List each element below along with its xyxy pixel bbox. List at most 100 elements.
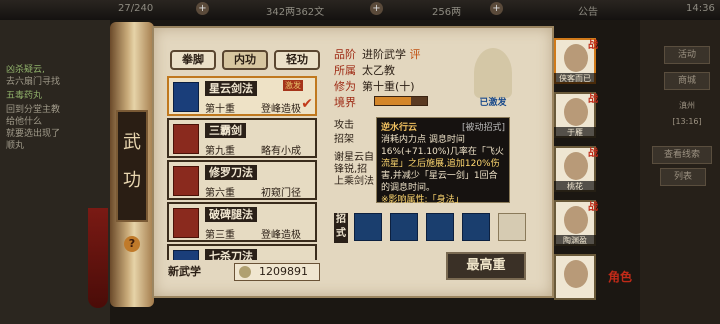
move-tooltip: 逆水行云 [被动招式] 消耗内力点 调息时间 16%(+71.10%)几率在「飞…: [376, 117, 510, 205]
battle-tag: 战: [588, 40, 598, 51]
move-slot-empty[interactable]: [498, 213, 526, 241]
region-name: 滇州: [679, 101, 695, 110]
attack-label: 攻击: [334, 120, 354, 131]
tooltip-line: 16%(+71.10%)几率在「飞火: [381, 147, 504, 157]
member-name: 于雁: [554, 127, 596, 138]
skill-tier: 第六重: [205, 188, 235, 199]
panel-title: 武功: [116, 110, 148, 222]
tooltip-title: 逆水行云: [381, 123, 418, 133]
tab-internal[interactable]: 内功: [222, 50, 268, 70]
book-icon: [173, 250, 199, 260]
portrait: [564, 98, 588, 126]
help-icon[interactable]: ?: [124, 236, 140, 252]
skill-status: 略有小成: [261, 146, 301, 157]
tab-lightness[interactable]: 轻功: [274, 50, 320, 70]
grade-label: 品阶: [334, 48, 356, 61]
tooltip-line: 的调息时间。: [381, 183, 436, 193]
party-member[interactable]: 战 陶渊盈: [554, 200, 598, 246]
party-member[interactable]: 战 于雁: [554, 92, 598, 138]
member-name: 桃花: [554, 181, 596, 192]
new-skill-label: 新武学: [168, 265, 201, 278]
skill-status: 登峰造极: [261, 230, 301, 241]
add-gold-button[interactable]: +: [490, 2, 503, 15]
skill-status: 初窥门径: [261, 188, 301, 199]
moves-label: 招式: [334, 213, 348, 243]
portrait: [564, 206, 588, 234]
tooltip-line: ※影响属性:「身法」: [381, 195, 464, 205]
list-button[interactable]: 列表: [660, 168, 706, 186]
view-clue-button[interactable]: 查看线索: [652, 146, 712, 164]
realm-row: 境界: [334, 94, 362, 110]
portrait: [564, 44, 588, 72]
activity-button[interactable]: 活动: [664, 46, 710, 64]
tooltip-line: 害,并减少「星云一剑」1回合: [381, 171, 498, 181]
skill-item[interactable]: 修罗刀法 第六重 初窥门径: [167, 160, 317, 200]
region-clock: [13:16]: [672, 117, 702, 126]
tooltip-cooldown: 调息时间: [428, 135, 465, 145]
book-icon: [173, 208, 199, 238]
activated-tag: 激发: [283, 80, 303, 91]
level-label: 修为: [334, 80, 356, 93]
skill-item[interactable]: 七杀刀法: [167, 244, 317, 260]
move-slot[interactable]: [426, 213, 454, 241]
book-icon: [173, 82, 199, 112]
skill-avatar: 已激发: [474, 48, 512, 108]
skill-tier: 第九重: [205, 146, 235, 157]
level-row: 修为 第十重(十): [334, 78, 415, 94]
grade-value: 进阶武学: [362, 48, 406, 61]
grade-tag: 评: [409, 48, 421, 61]
school-label: 所属: [334, 64, 356, 77]
party-member[interactable]: [554, 254, 596, 300]
party-member[interactable]: 战 侠客而已: [554, 38, 598, 84]
coin-icon: [239, 266, 251, 278]
tooltip-cost: 消耗内力点: [381, 135, 427, 145]
battle-tag: 战: [588, 202, 598, 213]
region-time: 滇州 [13:16]: [664, 98, 710, 126]
check-icon: ✔: [301, 96, 313, 112]
gold-value: 256两: [432, 7, 462, 18]
tab-fist[interactable]: 拳脚: [170, 50, 216, 70]
currency-value: 1209891: [259, 265, 308, 278]
skill-name: 三霸剑: [205, 123, 246, 138]
silver-value: 342两362文: [266, 7, 325, 18]
skill-name: 破碑腿法: [205, 207, 257, 222]
announce-button[interactable]: 公告: [578, 3, 598, 18]
quest-line: 顺丸: [6, 141, 25, 151]
move-slot[interactable]: [390, 213, 418, 241]
moves-bar: 招式: [334, 213, 534, 243]
realm-bar-fill: [375, 97, 412, 105]
skill-status: 登峰造极: [261, 104, 301, 115]
battle-tag: 战: [588, 148, 598, 159]
skill-name: 七杀刀法: [205, 249, 257, 260]
scroll-tassel: [88, 208, 108, 308]
book-icon: [173, 166, 199, 196]
skill-name: 修罗刀法: [205, 165, 257, 180]
skill-list[interactable]: 星云剑法 激发 第十重 登峰造极 ✔ 三霸剑 第九重 略有小成 修罗刀法 第六重…: [167, 76, 319, 260]
grade-row: 品阶 进阶武学 评: [334, 46, 421, 62]
new-skill-button[interactable]: 新武学: [168, 263, 228, 281]
school-value: 太乙教: [362, 64, 395, 77]
clock: 14:36: [686, 3, 715, 14]
max-level-button[interactable]: 最高重: [446, 252, 526, 280]
skill-item[interactable]: 星云剑法 激发 第十重 登峰造极 ✔: [167, 76, 317, 116]
mall-button[interactable]: 商城: [664, 72, 710, 90]
move-slot[interactable]: [462, 213, 490, 241]
add-silver-button[interactable]: +: [370, 2, 383, 15]
portrait: [564, 260, 588, 288]
skill-tier: 第十重: [205, 104, 235, 115]
desc-line: 上乘剑法: [334, 176, 374, 187]
book-icon: [173, 124, 199, 154]
scroll-rod: 武功 ?: [110, 22, 154, 307]
quest-title-2: 五毒药丸: [6, 91, 43, 101]
skill-tier: 第三重: [205, 230, 235, 241]
add-stamina-button[interactable]: +: [196, 2, 209, 15]
move-slot[interactable]: [354, 213, 382, 241]
party-member[interactable]: 战 桃花: [554, 146, 598, 192]
school-row: 所属 太乙教: [334, 62, 395, 78]
skill-item[interactable]: 破碑腿法 第三重 登峰造极: [167, 202, 317, 242]
realm-bar: [374, 96, 428, 106]
member-name: 陶渊盈: [554, 235, 596, 246]
role-label[interactable]: 角色: [608, 268, 632, 285]
skill-item[interactable]: 三霸剑 第九重 略有小成: [167, 118, 317, 158]
currency-box: 1209891: [234, 263, 320, 281]
